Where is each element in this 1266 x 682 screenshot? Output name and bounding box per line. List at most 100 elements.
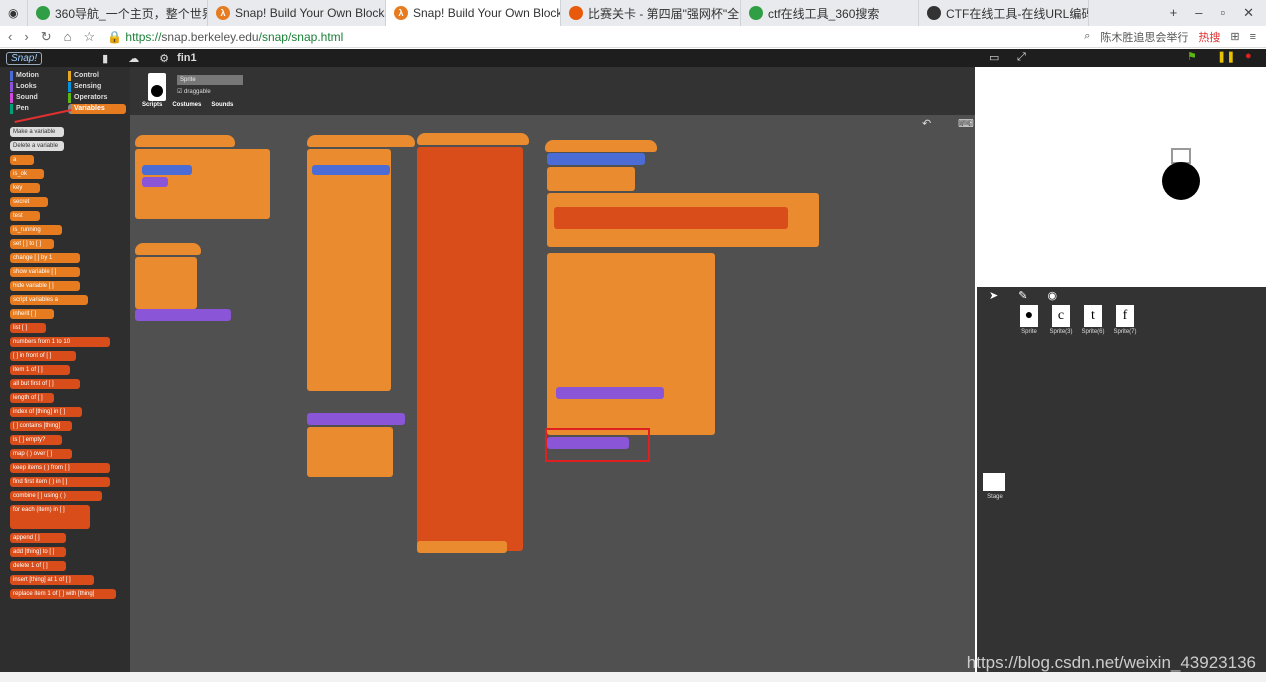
stage[interactable] [977,67,1266,285]
looks-block[interactable] [307,413,405,425]
tab-scripts[interactable]: Scripts [142,102,162,108]
close-icon[interactable]: ✕ [1243,5,1254,21]
palette-block[interactable]: hide variable [ ] [10,281,80,291]
sprite-icon[interactable]: ● Sprite [1017,305,1041,335]
sprite-icon[interactable]: t Sprite(6) [1081,305,1105,335]
palette-block[interactable]: set [ ] to [ ] [10,239,54,249]
file-icon[interactable]: ▮ [102,52,108,65]
tab-sounds[interactable]: Sounds [211,102,233,108]
category-sound[interactable]: Sound [10,93,68,103]
new-tab-icon[interactable]: + [1170,5,1178,21]
reload-icon[interactable]: ↻ [41,29,52,45]
menu-icon[interactable]: ≡ [1250,31,1256,43]
broadcast-block[interactable] [417,541,507,553]
script-body[interactable] [135,257,197,309]
tab-costumes[interactable]: Costumes [172,102,201,108]
paint-brush-icon[interactable]: ✎ [1018,289,1027,302]
hot-search-badge[interactable]: 热搜 [1198,29,1220,45]
draggable-checkbox[interactable]: ☑ draggable [177,88,211,95]
variable-block[interactable]: test [10,211,40,221]
palette-block[interactable]: replace item 1 of [ ] with [thing] [10,589,116,599]
forward-icon[interactable]: › [24,29,28,44]
palette-block[interactable]: numbers from 1 to 10 [10,337,110,347]
palette-block[interactable]: script variables a [10,295,88,305]
presentation-mode-icon[interactable]: ⤢ [1017,51,1026,64]
category-control[interactable]: Control [68,71,126,81]
palette-block[interactable]: item 1 of [ ] [10,365,70,375]
motion-block[interactable] [142,165,192,175]
sprite-icon[interactable]: f Sprite(7) [1113,305,1137,335]
browser-tab[interactable]: 360导航_一个主页，整个世界 [28,0,208,26]
category-sensing[interactable]: Sensing [68,82,126,92]
palette-block[interactable]: [ ] contains [thing] [10,421,72,431]
home-icon[interactable]: ⌂ [64,29,72,44]
palette-block[interactable]: combine [ ] using ( ) [10,491,102,501]
list-block[interactable] [554,207,788,229]
variable-block[interactable]: is_running [10,225,62,235]
variable-block[interactable]: key [10,183,40,193]
palette-block[interactable]: all but first of [ ] [10,379,80,389]
bookmark-star-icon[interactable]: ☆ [83,29,95,45]
extensions-icon[interactable]: ⊞ [1230,30,1239,43]
browser-tab[interactable]: ctf在线工具_360搜索 [741,0,919,26]
palette-block[interactable]: find first item ( ) in [ ] [10,477,110,487]
category-variables[interactable]: Variables [68,104,126,114]
variable-block[interactable]: a [10,155,34,165]
script-hat-block[interactable] [545,140,657,152]
palette-block[interactable]: append [ ] [10,533,66,543]
category-motion[interactable]: Motion [10,71,68,81]
variable-block[interactable]: is_ok [10,169,44,179]
script-body[interactable] [547,167,635,191]
palette-block[interactable]: length of [ ] [10,393,54,403]
stage-icon[interactable]: Stage [983,473,1007,500]
sensing-block[interactable] [547,153,645,165]
undo-icon[interactable]: ↶ [922,117,931,130]
motion-block[interactable] [312,165,390,175]
browser-tab-active[interactable]: λ Snap! Build Your Own Blocks [386,0,561,26]
snap-logo[interactable]: Snap! [6,51,43,65]
looks-block[interactable] [142,177,168,187]
script-hat-block[interactable] [417,133,529,145]
category-looks[interactable]: Looks [10,82,68,92]
palette-block[interactable]: inherit [ ] [10,309,54,319]
cloud-icon[interactable]: ☁ [128,52,139,65]
script-body[interactable] [417,147,523,551]
palette-block[interactable]: is [ ] empty? [10,435,62,445]
palette-block[interactable]: [ ] in front of [ ] [10,351,76,361]
pause-icon[interactable]: ❚❚ [1217,50,1235,63]
script-body[interactable] [307,427,393,477]
category-operators[interactable]: Operators [68,93,126,103]
sprite-on-stage[interactable] [1162,162,1200,200]
search-hint[interactable]: 陈木胜追思会举行 [1100,29,1188,45]
sprite-icon[interactable]: c Sprite(3) [1049,305,1073,335]
palette-block[interactable]: keep items ( ) from [ ] [10,463,110,473]
sprite-name-field[interactable]: Sprite [177,75,243,85]
normal-stage-icon[interactable]: ▭ [989,51,999,64]
maximize-icon[interactable]: ▫ [1220,5,1225,21]
address-bar[interactable]: 🔒 https://snap.berkeley.edu/snap/snap.ht… [107,30,343,44]
palette-block[interactable]: list [ ] [10,323,46,333]
palette-block[interactable]: index of [thing] in [ ] [10,407,82,417]
back-icon[interactable]: ‹ [8,29,12,44]
browser-tab[interactable]: 比赛关卡 - 第四届"强网杯"全国 [561,0,741,26]
script-body[interactable] [307,149,391,391]
palette-block[interactable]: insert [thing] at 1 of [ ] [10,575,94,585]
green-flag-icon[interactable]: ⚑ [1187,50,1197,63]
make-variable-button[interactable]: Make a variable [10,127,64,137]
minimize-icon[interactable]: – [1195,5,1202,21]
palette-block[interactable]: map ( ) over [ ] [10,449,72,459]
variable-block[interactable]: secret [10,197,48,207]
script-hat-block[interactable] [135,135,235,147]
keyboard-icon[interactable]: ⌨ [958,117,974,130]
browser-tab[interactable]: λ Snap! Build Your Own Blocks [208,0,386,26]
stop-icon[interactable]: ● [1245,50,1252,62]
scripting-area[interactable]: ↶ ⌨ [130,115,975,672]
script-hat-block[interactable] [307,135,415,147]
looks-block[interactable] [556,387,664,399]
palette-block[interactable]: for each (item) in [ ] [10,505,90,529]
browser-tab[interactable]: CTF在线工具-在线URL编码|U [919,0,1089,26]
script-body[interactable] [547,253,715,435]
palette-block[interactable]: add [thing] to [ ] [10,547,66,557]
camera-icon[interactable]: ◉ [1047,289,1057,302]
turtle-icon[interactable]: ➤ [989,289,998,302]
